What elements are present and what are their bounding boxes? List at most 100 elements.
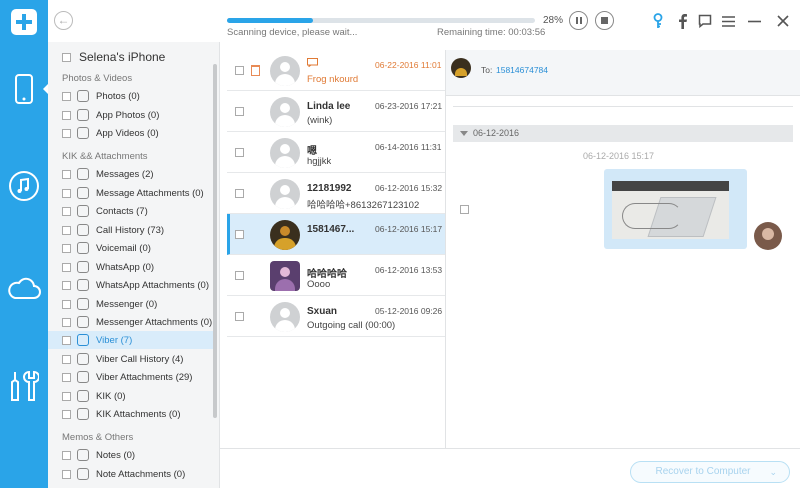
checkbox[interactable] [62,206,71,216]
category-kik[interactable]: KIK (0) [48,387,214,405]
checkbox[interactable] [62,243,71,253]
checkbox[interactable] [235,107,244,116]
checkbox[interactable] [62,188,71,198]
device-nav-phone-icon[interactable] [0,67,49,111]
conversation-row[interactable]: Sxuan Outgoing call (00:00) 05-12-2016 0… [227,296,445,337]
category-voicemail[interactable]: Voicemail (0) [48,239,214,257]
message-checkbox[interactable] [460,205,469,214]
left-rail [0,0,49,488]
attachment-icon [77,468,89,480]
contact-name: 1581467... [307,224,355,235]
back-arrow-icon[interactable]: ← [54,11,73,30]
menu-icon[interactable] [719,12,737,30]
checkbox[interactable] [62,128,71,138]
checkbox[interactable] [62,354,71,364]
category-scrollbar[interactable] [213,64,217,418]
progress-percent: 28% [543,15,564,26]
conversation-row[interactable]: 12181992 哈哈哈哈+8613267123102 06-12-2016 1… [227,173,445,214]
checkbox[interactable] [62,91,71,101]
category-label: Note Attachments (0) [96,468,186,480]
checkbox[interactable] [235,189,244,198]
message-time: 05-12-2016 09:26 [375,306,443,316]
category-app-videos[interactable]: App Videos (0) [48,124,214,142]
checkbox[interactable] [62,409,71,419]
category-messenger-attachments[interactable]: Messenger Attachments (0) [48,313,214,331]
category-whatsapp-attachments[interactable]: WhatsApp Attachments (0) [48,276,214,294]
category-label: Messenger Attachments (0) [96,316,213,328]
checkbox[interactable] [62,169,71,179]
checkbox[interactable] [62,335,71,345]
checkbox[interactable] [62,469,71,479]
checkbox[interactable] [235,312,244,321]
photo-attachment[interactable] [612,181,729,239]
message-timestamp: 06-12-2016 15:17 [583,151,655,161]
select-all-checkbox[interactable] [62,52,71,62]
avatar [270,97,300,127]
app-photos-icon [77,109,89,121]
checkbox[interactable] [235,66,244,75]
pause-icon[interactable] [569,11,588,30]
feedback-icon[interactable] [696,12,714,30]
conversation-row[interactable]: Frog nkourd 06-22-2016 11:01 [227,50,445,91]
checkbox[interactable] [235,148,244,157]
stop-icon[interactable] [595,11,614,30]
avatar [270,179,300,209]
cloud-nav-icon[interactable] [0,266,48,310]
category-viber[interactable]: Viber (7) [48,331,214,349]
checkbox[interactable] [235,271,244,280]
checkbox[interactable] [62,299,71,309]
attachment-icon [77,187,89,199]
conversation-row[interactable]: 嗯 hgjjkk 06-14-2016 11:31 [227,132,445,173]
category-message-attachments[interactable]: Message Attachments (0) [48,184,214,202]
category-note-attachments[interactable]: Note Attachments (0) [48,465,214,483]
category-viber-call-history[interactable]: Viber Call History (4) [48,350,214,368]
attachment-icon [77,316,89,328]
category-app-photos[interactable]: App Photos (0) [48,106,214,124]
category-photos[interactable]: Photos (0) [48,87,214,105]
category-messenger[interactable]: Messenger (0) [48,295,214,313]
recipient-avatar [451,58,471,78]
conversation-row[interactable]: Linda lee (wink) 06-23-2016 17:21 [227,91,445,132]
deleted-trash-icon [251,65,260,76]
photos-icon [77,90,89,102]
avatar [270,302,300,332]
checkbox[interactable] [62,317,71,327]
chevron-down-icon[interactable]: ⌄ [769,462,777,482]
conversation-row-selected[interactable]: 1581467... 06-12-2016 15:17 [227,214,445,255]
category-panel: Selena's iPhone Photos & Videos Photos (… [48,42,220,488]
section-photos-videos: Photos & Videos [62,73,133,84]
category-messages[interactable]: Messages (2) [48,165,214,183]
category-kik-attachments[interactable]: KIK Attachments (0) [48,405,214,423]
attachment-icon [77,408,89,420]
message-preview: Oooo [307,279,331,290]
recover-to-computer-button[interactable]: Recover to Computer ⌄ [630,461,790,483]
message-time: 06-12-2016 15:32 [375,183,443,193]
checkbox[interactable] [62,280,71,290]
category-notes[interactable]: Notes (0) [48,446,214,464]
category-viber-attachments[interactable]: Viber Attachments (29) [48,368,214,386]
facebook-icon[interactable] [673,12,691,30]
tools-nav-icon[interactable] [0,364,48,408]
checkbox[interactable] [62,110,71,120]
close-icon[interactable] [774,12,792,30]
attachment-icon [77,279,89,291]
conversation-row[interactable]: 哈哈哈哈 Oooo 06-12-2016 13:53 [227,255,445,296]
minimize-icon[interactable] [745,12,763,30]
checkbox[interactable] [62,262,71,272]
music-nav-icon[interactable] [0,164,48,208]
category-label: KIK Attachments (0) [96,408,181,420]
category-call-history[interactable]: Call History (73) [48,221,214,239]
key-icon[interactable] [649,12,667,30]
collapse-triangle-icon[interactable] [460,131,468,136]
category-whatsapp[interactable]: WhatsApp (0) [48,258,214,276]
checkbox[interactable] [62,372,71,382]
date-group-header[interactable]: 06-12-2016 [453,125,793,142]
checkbox[interactable] [62,450,71,460]
checkbox[interactable] [62,225,71,235]
category-label: WhatsApp Attachments (0) [96,279,209,291]
category-label: Call History (73) [96,224,165,236]
checkbox[interactable] [62,391,71,401]
to-label: To: [481,65,493,75]
category-contacts[interactable]: Contacts (7) [48,202,214,220]
checkbox[interactable] [235,230,244,239]
